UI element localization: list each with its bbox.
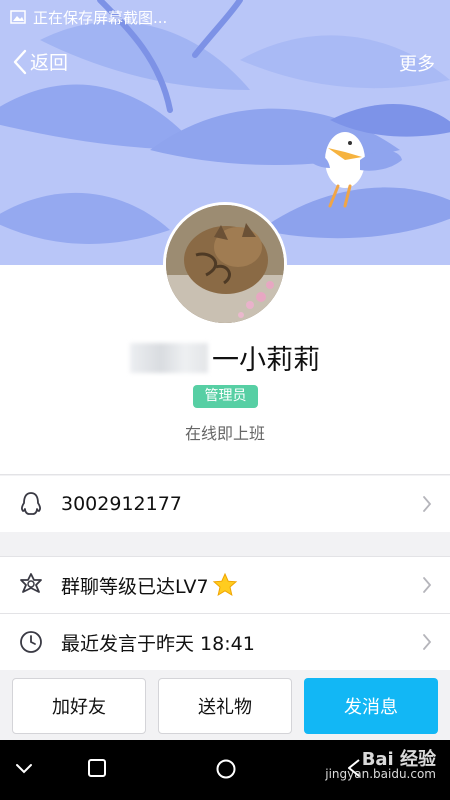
qq-number-row[interactable]: 3002912177 bbox=[0, 476, 450, 532]
signature-status: 在线即上班 bbox=[184, 424, 265, 443]
nickname-text: 一小莉莉 bbox=[212, 345, 320, 376]
cat-photo-avatar-image bbox=[166, 205, 284, 323]
chevron-right-icon bbox=[423, 496, 432, 512]
image-icon bbox=[10, 10, 26, 24]
last-message-row[interactable]: 最近发言于昨天 18:41 bbox=[0, 614, 450, 670]
home-circle-icon[interactable] bbox=[215, 758, 237, 780]
chevron-down-icon[interactable] bbox=[14, 758, 34, 778]
star-badge-icon bbox=[20, 573, 42, 593]
more-button[interactable]: 更多 bbox=[399, 50, 435, 76]
send-message-button[interactable]: 发消息 bbox=[304, 678, 438, 734]
chevron-right-icon bbox=[423, 634, 432, 650]
admin-badge: 管理员 bbox=[193, 385, 258, 408]
penguin-icon bbox=[21, 492, 41, 515]
system-status-bar: 正在保存屏幕截图... bbox=[0, 0, 450, 34]
redacted-name-blur bbox=[130, 343, 208, 373]
group-level-row[interactable]: 群聊等级已达LV7 bbox=[0, 557, 450, 613]
chevron-right-icon bbox=[423, 577, 432, 593]
status-notification-text: 正在保存屏幕截图... bbox=[33, 8, 168, 27]
gold-star-icon bbox=[212, 572, 237, 597]
send-gift-button[interactable]: 送礼物 bbox=[158, 678, 292, 734]
qq-number-text: 3002912177 bbox=[61, 493, 182, 515]
back-label: 返回 bbox=[30, 52, 69, 74]
action-bar: 加好友 送礼物 发消息 bbox=[0, 670, 450, 740]
nickname: 一小莉莉 bbox=[0, 338, 450, 377]
recent-apps-square-icon[interactable] bbox=[87, 758, 107, 778]
baidu-jingyan-watermark: Bai 经验 jingyan.baidu.com bbox=[325, 749, 436, 782]
last-message-text: 最近发言于昨天 18:41 bbox=[61, 632, 255, 655]
back-button[interactable]: 返回 bbox=[12, 48, 68, 75]
group-level-text: 群聊等级已达LV7 bbox=[61, 575, 209, 598]
clock-icon bbox=[20, 631, 42, 653]
chevron-left-icon bbox=[13, 49, 27, 74]
avatar[interactable] bbox=[163, 202, 287, 326]
add-friend-button[interactable]: 加好友 bbox=[12, 678, 146, 734]
divider bbox=[0, 474, 450, 475]
